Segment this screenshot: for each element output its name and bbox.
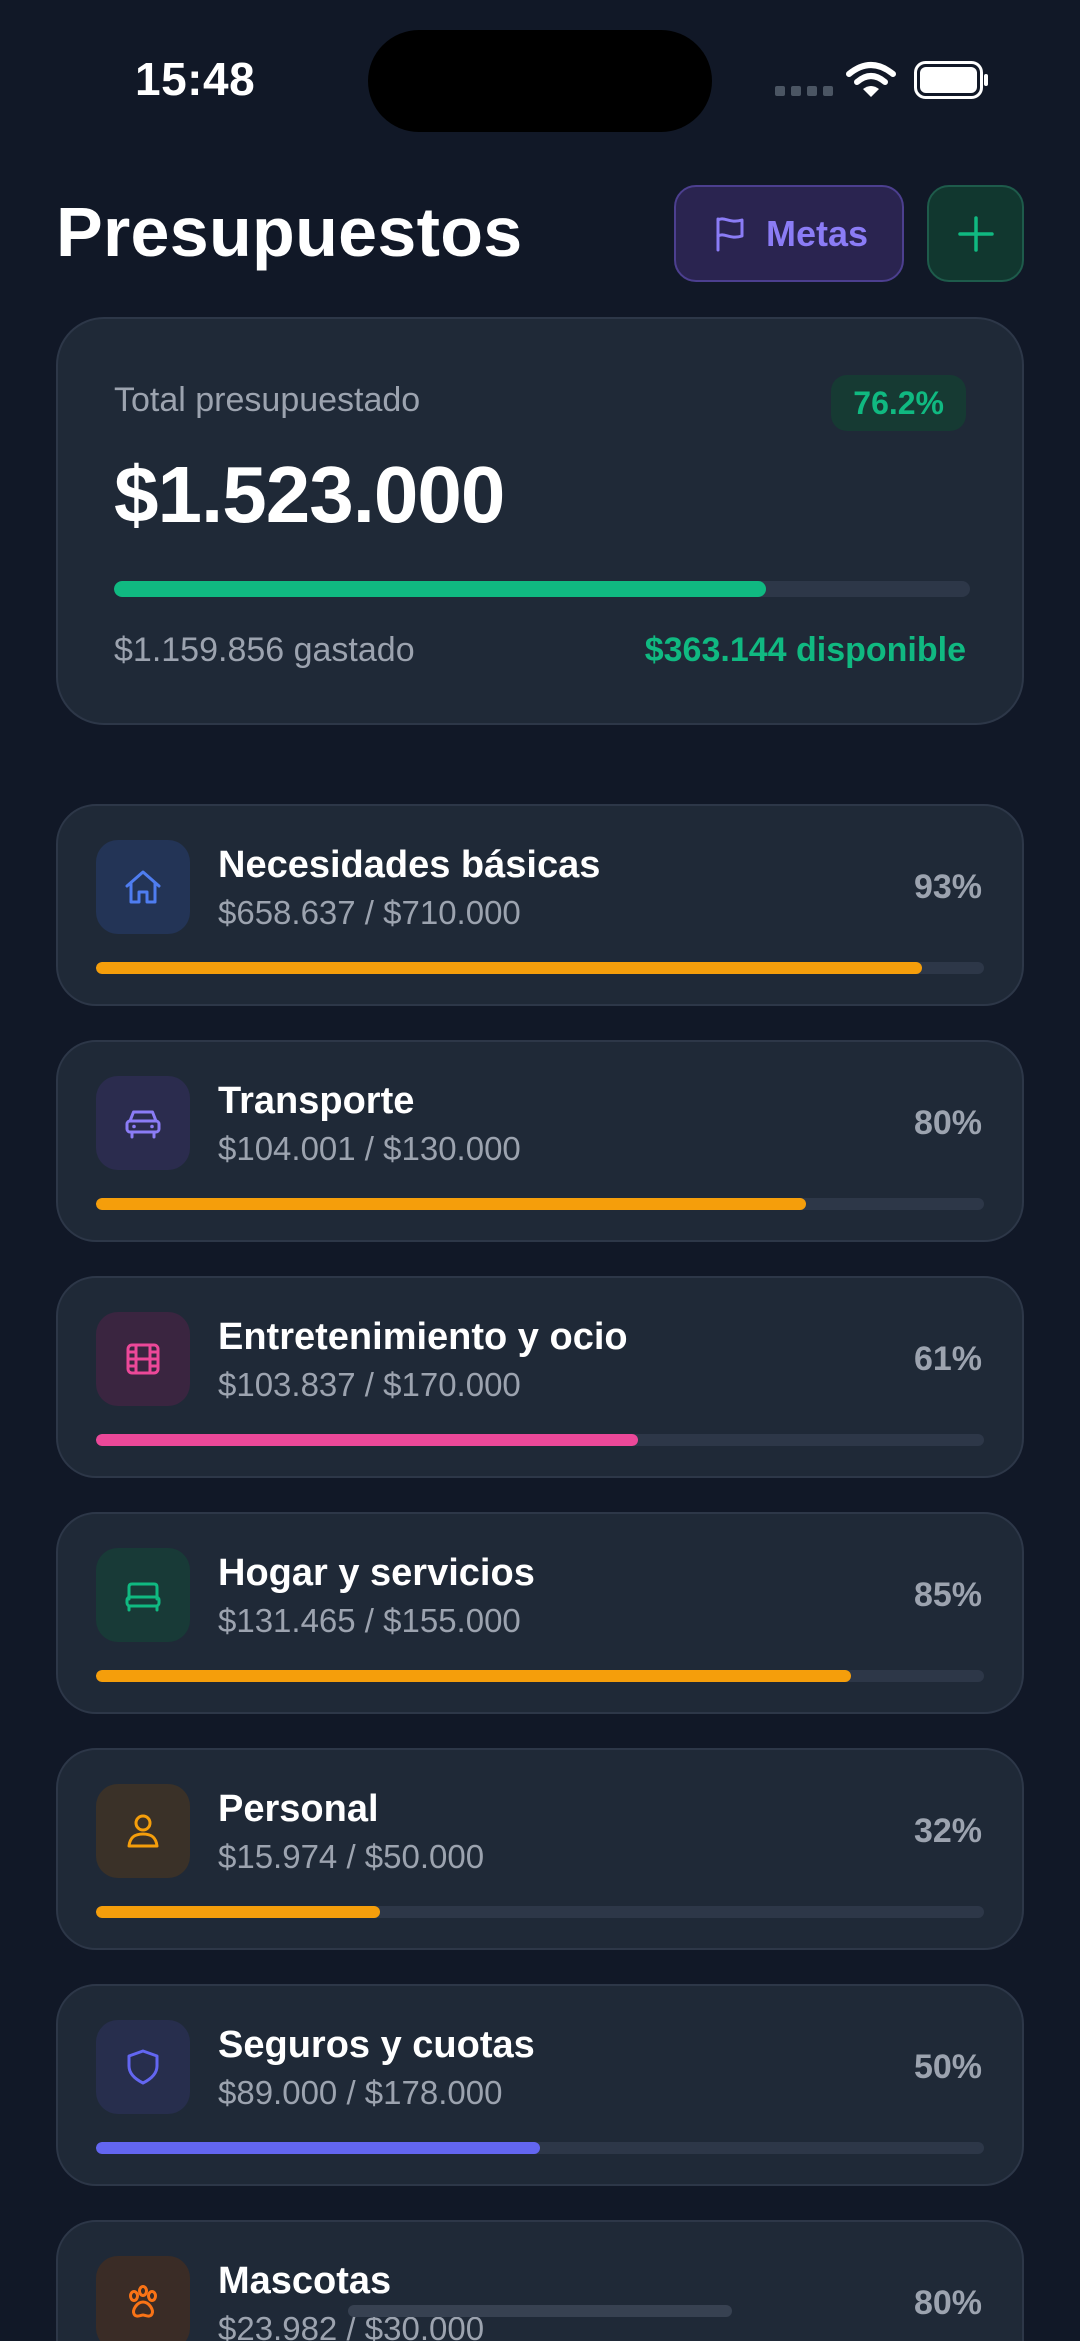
category-card-4[interactable]: Personal $15.974 / $50.000 32% (56, 1748, 1024, 1950)
user-icon (127, 1814, 159, 1848)
goals-button-label: Metas (765, 212, 869, 254)
status-bar: 15:48 (0, 0, 1080, 150)
page-title: Presupuestos (56, 193, 523, 271)
category-percent: 32% (913, 1812, 982, 1850)
home-icon (125, 870, 161, 904)
flag-icon (716, 216, 744, 251)
category-progress-bar (96, 1906, 984, 1918)
summary-total-amount: $1.523.000 (114, 450, 505, 539)
category-progress-fill (96, 2142, 540, 2154)
summary-progress-bar (114, 581, 970, 597)
goals-button[interactable]: Metas (674, 185, 904, 282)
category-icon-container (96, 1548, 190, 1642)
category-icon-container (96, 2256, 190, 2341)
summary-label: Total presupuestado (114, 381, 421, 419)
wifi-icon (846, 62, 896, 97)
category-amount: $15.974 / $50.000 (218, 1838, 485, 1875)
budget-summary-card: Total presupuestado 76.2% $1.523.000 $1.… (56, 317, 1024, 725)
category-percent: 93% (913, 868, 982, 906)
category-name: Seguros y cuotas (218, 2024, 535, 2066)
shield-icon (127, 2049, 159, 2085)
category-name: Transporte (218, 1080, 415, 1122)
category-progress-bar (96, 1434, 984, 1446)
category-percent: 80% (913, 1104, 982, 1142)
category-progress-bar (96, 962, 984, 974)
category-icon-container (96, 840, 190, 934)
category-progress-bar (96, 1670, 984, 1682)
category-icon-container (96, 1076, 190, 1170)
category-card-0[interactable]: Necesidades básicas $658.637 / $710.000 … (56, 804, 1024, 1006)
summary-spent: $1.159.856 gastado (114, 631, 415, 669)
category-percent: 61% (913, 1340, 982, 1378)
budgets-screen: 15:48 Presupuestos Metas Total presupues… (0, 0, 1080, 2341)
car-icon (125, 1110, 161, 1139)
category-list: Necesidades básicas $658.637 / $710.000 … (56, 804, 1024, 2341)
summary-available: $363.144 disponible (644, 631, 966, 669)
category-card-5[interactable]: Seguros y cuotas $89.000 / $178.000 50% (56, 1984, 1024, 2186)
category-progress-bar (96, 1198, 984, 1210)
category-percent: 85% (913, 1576, 982, 1614)
category-card-2[interactable]: Entretenimiento y ocio $103.837 / $170.0… (56, 1276, 1024, 1478)
category-card-6[interactable]: Mascotas $23.982 / $30.000 80% (56, 2220, 1024, 2341)
summary-percent-badge: 76.2% (831, 375, 966, 431)
category-amount: $131.465 / $155.000 (218, 1602, 521, 1639)
add-budget-button[interactable] (927, 185, 1024, 282)
bed-icon (125, 1582, 161, 1612)
category-progress-fill (96, 1906, 381, 1918)
category-card-3[interactable]: Hogar y servicios $131.465 / $155.000 85… (56, 1512, 1024, 1714)
category-name: Necesidades básicas (218, 844, 601, 886)
category-amount: $103.837 / $170.000 (218, 1366, 521, 1403)
paw-icon (129, 2285, 157, 2318)
category-amount: $89.000 / $178.000 (218, 2074, 503, 2111)
category-progress-fill (96, 1198, 807, 1210)
category-percent: 80% (913, 2284, 982, 2322)
category-name: Mascotas (218, 2260, 392, 2302)
dynamic-island (368, 30, 712, 132)
status-time: 15:48 (135, 53, 256, 105)
category-progress-fill (96, 962, 922, 974)
film-icon (126, 1343, 160, 1375)
category-progress-fill (96, 1670, 851, 1682)
battery-icon (914, 61, 988, 99)
category-amount: $658.637 / $710.000 (218, 894, 521, 931)
cellular-signal-icon (775, 86, 833, 96)
category-name: Entretenimiento y ocio (218, 1316, 628, 1358)
category-progress-fill (96, 1434, 638, 1446)
plus-icon (957, 215, 994, 252)
summary-progress-fill (114, 581, 767, 597)
category-percent: 50% (913, 2048, 982, 2086)
category-icon-container (96, 2020, 190, 2114)
category-name: Personal (218, 1788, 379, 1830)
category-card-1[interactable]: Transporte $104.001 / $130.000 80% (56, 1040, 1024, 1242)
home-indicator[interactable] (348, 2305, 732, 2317)
category-icon-container (96, 1784, 190, 1878)
category-progress-bar (96, 2142, 984, 2154)
category-amount: $104.001 / $130.000 (218, 1130, 521, 1167)
category-name: Hogar y servicios (218, 1552, 535, 1594)
category-icon-container (96, 1312, 190, 1406)
